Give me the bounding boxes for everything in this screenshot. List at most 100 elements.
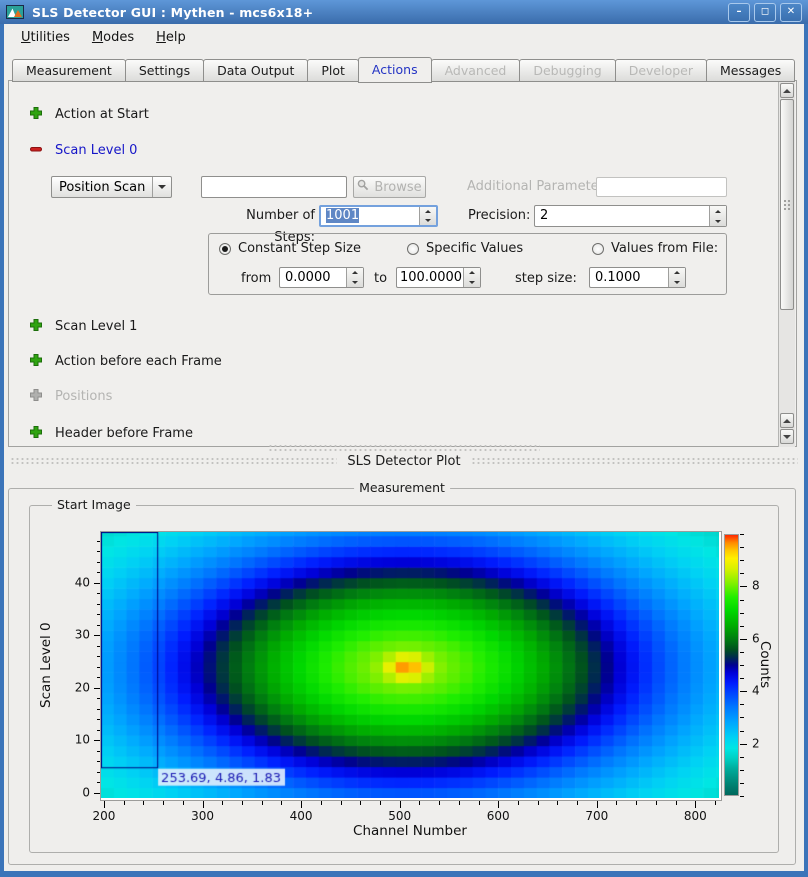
spin-up-button[interactable] [464,268,480,278]
scan-level-1-row[interactable]: Scan Level 1 [29,318,137,336]
spin-down-button[interactable] [710,216,726,226]
step-size-spinbox[interactable]: 0.1000 [589,267,686,288]
menu-modes[interactable]: Modes [83,27,143,48]
tick [341,801,342,805]
precision-label: Precision: [468,205,530,227]
tick-label: 400 [290,809,313,823]
dock-grip-left [10,457,337,465]
scrollbar-thumb[interactable] [780,99,794,310]
remove-icon [29,142,43,160]
spin-down-button[interactable] [464,278,480,288]
x-axis-title: Channel Number [101,823,719,839]
number-of-steps-spinbox[interactable]: 1001 [319,205,438,227]
from-label: from [241,272,271,286]
action-label: Scan Level 1 [55,318,137,336]
spin-up-button[interactable] [710,206,726,216]
heatmap-canvas[interactable] [101,532,719,798]
to-spinbox[interactable]: 100.0000 [396,267,481,288]
header-before-frame-row[interactable]: Header before Frame [29,425,193,443]
scan-level-0-row[interactable]: Scan Level 0 [29,142,137,160]
spin-down-button[interactable] [669,278,685,288]
close-button[interactable]: ✕ [780,3,802,22]
browse-button: Browse [353,176,426,198]
spin-up-button[interactable] [347,268,363,278]
tick [740,652,744,653]
action-at-start-row[interactable]: Action at Start [29,106,149,124]
from-spinbox[interactable]: 0.0000 [279,267,364,288]
menu-help[interactable]: Help [147,27,195,48]
tick [419,801,420,805]
tab-settings[interactable]: Settings [125,59,204,82]
scan-script-input[interactable] [201,176,347,198]
steps-value: 1001 [326,208,359,223]
tick [740,717,744,718]
tick [557,801,558,805]
tab-debugging: Debugging [519,59,615,82]
tick [740,783,744,784]
radio-constant-step-size[interactable] [219,243,231,255]
action-before-frame-row[interactable]: Action before each Frame [29,353,222,371]
spin-up-button[interactable] [420,207,436,216]
x-axis: 200300400500600700800 [101,801,719,825]
radio-specific-values[interactable] [407,243,419,255]
splitter-handle[interactable] [268,444,540,451]
tick [124,801,125,805]
add-icon [29,425,43,443]
chevron-down-icon[interactable] [152,177,171,197]
menu-utilities[interactable]: Utilities [12,27,79,48]
tick [636,801,637,805]
tick [222,801,223,805]
tick-label: 700 [585,809,608,823]
plot-dock-titlebar[interactable]: SLS Detector Plot [10,453,798,469]
to-label: to [374,272,387,286]
tab-messages[interactable]: Messages [706,59,795,82]
tab-actions[interactable]: Actions [358,57,432,83]
vertical-scrollbar[interactable] [778,82,795,447]
tick [321,801,322,805]
tick [740,678,744,679]
add-icon [29,106,43,124]
tick [301,801,302,808]
action-label: Header before Frame [55,425,193,443]
add-icon [29,318,43,336]
spin-down-button[interactable] [420,216,436,225]
tick [163,801,164,805]
tick [715,801,716,805]
tick [740,639,747,640]
y-axis-title: Scan Level 0 [38,532,56,798]
browse-button-label: Browse [374,180,421,195]
tick [740,534,744,535]
tick [203,801,204,808]
tab-measurement[interactable]: Measurement [12,59,126,82]
tick [479,801,480,805]
spin-down-button[interactable] [347,278,363,288]
tick [577,801,578,805]
scroll-down-button[interactable] [780,429,794,444]
spin-up-button[interactable] [669,268,685,278]
add-icon [29,353,43,371]
tick-label: 10 [75,733,90,747]
tick [740,613,744,614]
scan-mode-select[interactable]: Position Scan [51,176,172,198]
radio-values-from-file[interactable] [592,243,604,255]
actions-tab-page: Action at Start Scan Level 0 Position Sc… [8,80,797,447]
step-size-value: 0.1000 [590,268,668,287]
action-label: Scan Level 0 [55,142,137,160]
maximize-button[interactable]: ◻ [754,3,776,22]
window-title: SLS Detector GUI : Mythen - mcs6x18+ [32,5,313,20]
tick-label: 30 [75,628,90,642]
tick [538,801,539,805]
tab-advanced: Advanced [431,59,521,82]
titlebar[interactable]: SLS Detector GUI : Mythen - mcs6x18+ – ◻… [0,0,808,24]
tab-plot[interactable]: Plot [307,59,359,82]
precision-spinbox[interactable]: 2 [534,205,727,227]
app-window: SLS Detector GUI : Mythen - mcs6x18+ – ◻… [0,0,808,877]
tick-label: 800 [684,809,707,823]
minimize-button[interactable]: – [728,3,750,22]
scroll-up-button-2[interactable] [780,413,794,428]
tab-data-output[interactable]: Data Output [203,59,308,82]
scroll-up-button[interactable] [780,83,794,98]
app-icon [6,5,24,19]
tick [439,801,440,805]
tick [242,801,243,805]
